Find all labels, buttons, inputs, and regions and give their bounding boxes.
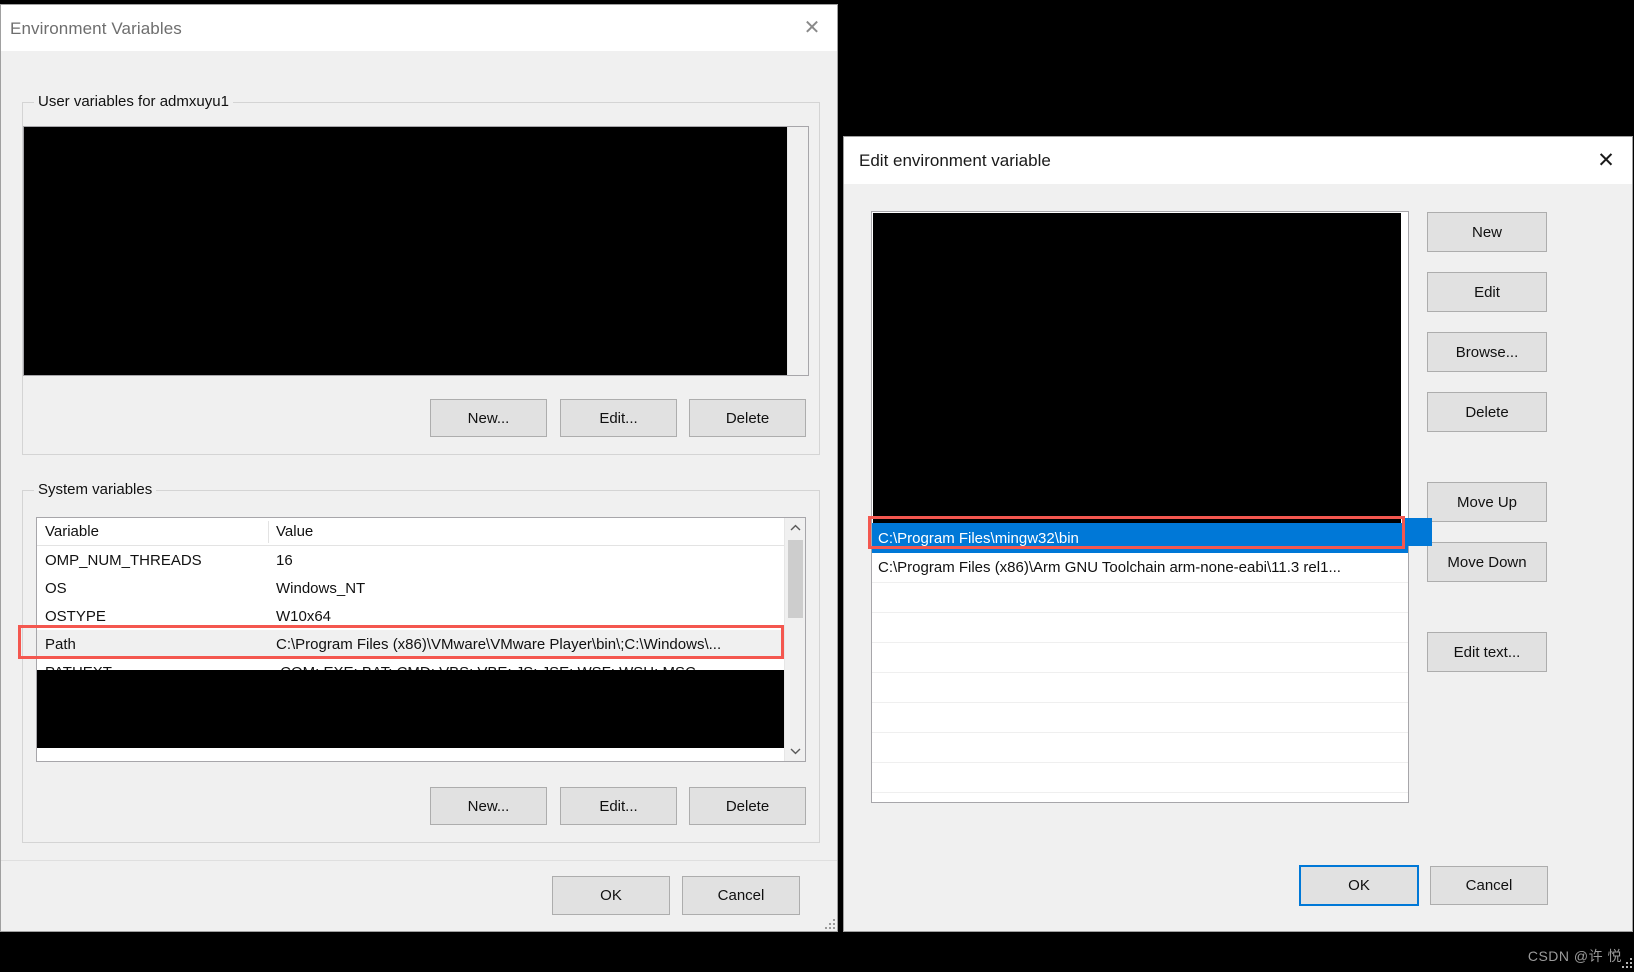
cell-value: Windows_NT — [276, 579, 366, 597]
table-row[interactable]: OSTYPE W10x64 — [37, 602, 805, 630]
system-list-scroll-thumb[interactable] — [788, 540, 803, 618]
user-delete-button[interactable]: Delete — [689, 399, 806, 437]
table-row[interactable]: OS Windows_NT — [37, 574, 805, 602]
user-new-button[interactable]: New... — [430, 399, 547, 437]
cell-variable: OMP_NUM_THREADS — [45, 551, 202, 569]
edit-button[interactable]: Edit — [1427, 272, 1547, 312]
close-icon[interactable]: ✕ — [789, 5, 835, 51]
user-variables-legend: User variables for admxuyu1 — [34, 93, 233, 110]
user-list-scrollbar[interactable] — [787, 127, 808, 375]
cell-value: 16 — [276, 551, 293, 569]
page-title: Environment Variables — [10, 19, 182, 38]
system-list-scrollbar[interactable] — [784, 518, 805, 761]
table-row-path-selected[interactable]: Path C:\Program Files (x86)\VMware\VMwar… — [37, 630, 805, 658]
path-entries-list[interactable]: C:\Program Files\mingw32\bin C:\Program … — [871, 211, 1409, 803]
cell-variable: Path — [45, 635, 76, 653]
close-glyph: ✕ — [803, 17, 821, 39]
watermark-text: CSDN @许 悦 — [1527, 948, 1622, 964]
system-edit-button[interactable]: Edit... — [560, 787, 677, 825]
cell-variable: OSTYPE — [45, 607, 106, 625]
user-variables-list[interactable] — [23, 126, 809, 376]
edit-environment-variable-dialog: Edit environment variable ✕ C:\Program F… — [843, 136, 1633, 932]
column-header-variable[interactable]: Variable — [37, 520, 269, 543]
list-item-empty[interactable] — [872, 793, 1408, 802]
cell-value: W10x64 — [276, 607, 332, 625]
ok-button[interactable]: OK — [1299, 865, 1419, 906]
redaction-block-system-list — [37, 670, 785, 748]
environment-variables-dialog: Environment Variables ✕ User variables f… — [0, 4, 838, 932]
edit-text-button[interactable]: Edit text... — [1427, 632, 1547, 672]
chevron-up-icon[interactable] — [785, 518, 805, 538]
redaction-block-user-list — [24, 127, 789, 375]
selection-overflow-strip — [1403, 518, 1432, 546]
close-glyph: ✕ — [1597, 149, 1615, 172]
browse-button[interactable]: Browse... — [1427, 332, 1547, 372]
move-up-button[interactable]: Move Up — [1427, 482, 1547, 522]
user-list-scroll-thumb[interactable] — [791, 127, 806, 375]
list-item-empty[interactable] — [872, 613, 1408, 643]
list-item-empty[interactable] — [872, 673, 1408, 703]
list-item-empty[interactable] — [872, 703, 1408, 733]
cell-value: C:\Program Files (x86)\VMware\VMware Pla… — [276, 635, 722, 653]
new-button[interactable]: New — [1427, 212, 1547, 252]
resize-grip-icon[interactable] — [821, 915, 835, 929]
cell-variable: OS — [45, 579, 67, 597]
list-item-empty[interactable] — [872, 763, 1408, 793]
edit-dialog-title: Edit environment variable — [859, 151, 1051, 170]
edit-dialog-titlebar: Edit environment variable ✕ — [844, 137, 1632, 184]
redaction-block-path-list — [873, 213, 1401, 523]
system-delete-button[interactable]: Delete — [689, 787, 806, 825]
screen-root: Environment Variables ✕ User variables f… — [0, 0, 1634, 972]
list-item[interactable]: C:\Program Files (x86)\Arm GNU Toolchain… — [872, 553, 1408, 583]
user-edit-button[interactable]: Edit... — [560, 399, 677, 437]
environment-variables-titlebar: Environment Variables ✕ — [1, 5, 837, 51]
list-item-empty[interactable] — [872, 643, 1408, 673]
watermark-dots-icon — [1620, 956, 1632, 968]
delete-button[interactable]: Delete — [1427, 392, 1547, 432]
list-item-empty[interactable] — [872, 733, 1408, 763]
list-item-selected[interactable]: C:\Program Files\mingw32\bin — [872, 523, 1408, 553]
footer-divider — [1, 860, 837, 861]
system-variables-header: Variable Value — [37, 518, 805, 546]
chevron-down-icon[interactable] — [785, 741, 805, 761]
cancel-button[interactable]: Cancel — [1430, 866, 1548, 905]
system-new-button[interactable]: New... — [430, 787, 547, 825]
move-down-button[interactable]: Move Down — [1427, 542, 1547, 582]
list-item-empty[interactable] — [872, 583, 1408, 613]
close-icon[interactable]: ✕ — [1582, 137, 1630, 184]
table-row[interactable]: OMP_NUM_THREADS 16 — [37, 546, 805, 574]
cancel-button[interactable]: Cancel — [682, 876, 800, 915]
system-variables-list[interactable]: Variable Value OMP_NUM_THREADS 16 OS Win… — [36, 517, 806, 762]
ok-button[interactable]: OK — [552, 876, 670, 915]
column-header-value[interactable]: Value — [269, 523, 805, 540]
system-variables-legend: System variables — [34, 481, 157, 498]
